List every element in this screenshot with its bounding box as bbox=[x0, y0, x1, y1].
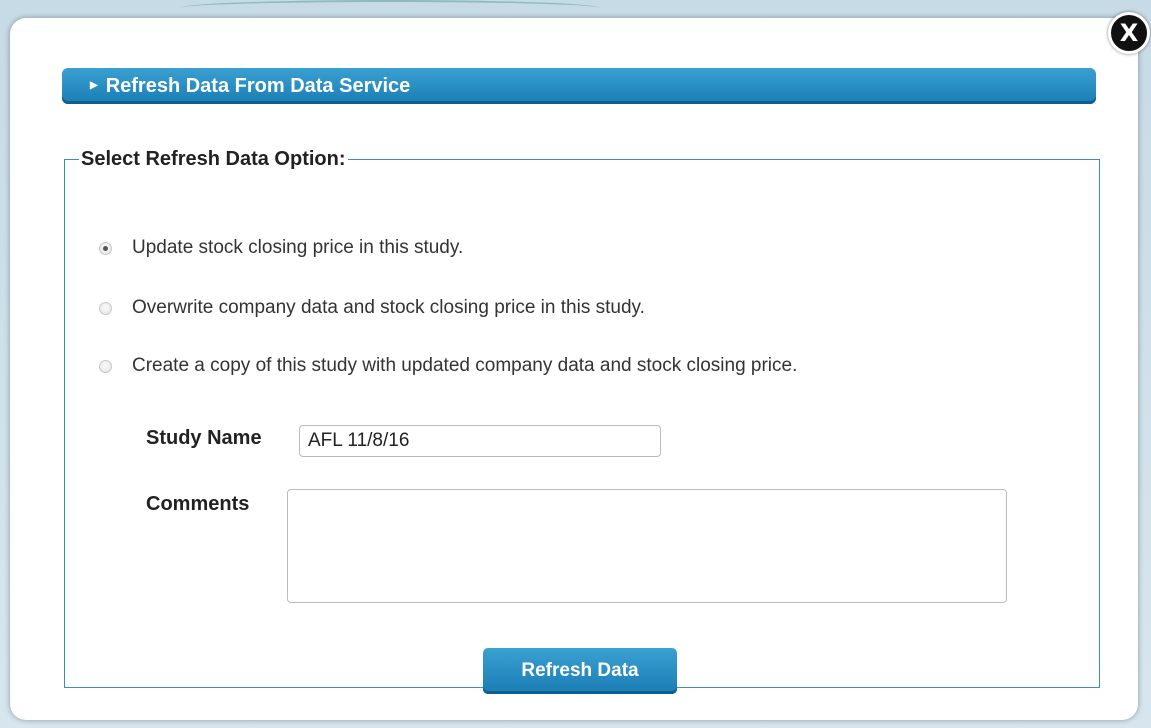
section-header-title: Refresh Data From Data Service bbox=[105, 75, 411, 97]
study-name-input[interactable] bbox=[299, 425, 661, 457]
refresh-options-group: Select Refresh Data Option: Update stock… bbox=[64, 148, 1100, 694]
comments-textarea[interactable] bbox=[287, 489, 1007, 603]
option-label: Overwrite company data and stock closing… bbox=[132, 297, 645, 318]
backdrop-decoration bbox=[180, 0, 600, 16]
radio-overwrite-company-data[interactable] bbox=[99, 301, 112, 315]
option-overwrite-company-data[interactable]: Overwrite company data and stock closing… bbox=[99, 297, 645, 319]
refresh-data-button[interactable]: Refresh Data bbox=[483, 648, 677, 694]
option-create-copy[interactable]: Create a copy of this study with updated… bbox=[99, 355, 797, 377]
options-legend: Select Refresh Data Option: bbox=[81, 148, 346, 170]
close-icon[interactable]: X bbox=[1108, 12, 1150, 54]
refresh-data-dialog: ▶ Refresh Data From Data Service Select … bbox=[10, 18, 1138, 720]
option-label: Update stock closing price in this study… bbox=[132, 237, 464, 258]
refresh-section-header[interactable]: ▶ Refresh Data From Data Service bbox=[62, 68, 1096, 104]
option-update-closing-price[interactable]: Update stock closing price in this study… bbox=[99, 237, 463, 259]
radio-update-closing-price[interactable] bbox=[99, 241, 112, 255]
option-label: Create a copy of this study with updated… bbox=[132, 355, 798, 376]
triangle-right-icon: ▶ bbox=[90, 80, 98, 91]
radio-create-copy[interactable] bbox=[99, 359, 112, 373]
comments-label: Comments bbox=[146, 493, 250, 515]
study-name-label: Study Name bbox=[146, 427, 262, 449]
